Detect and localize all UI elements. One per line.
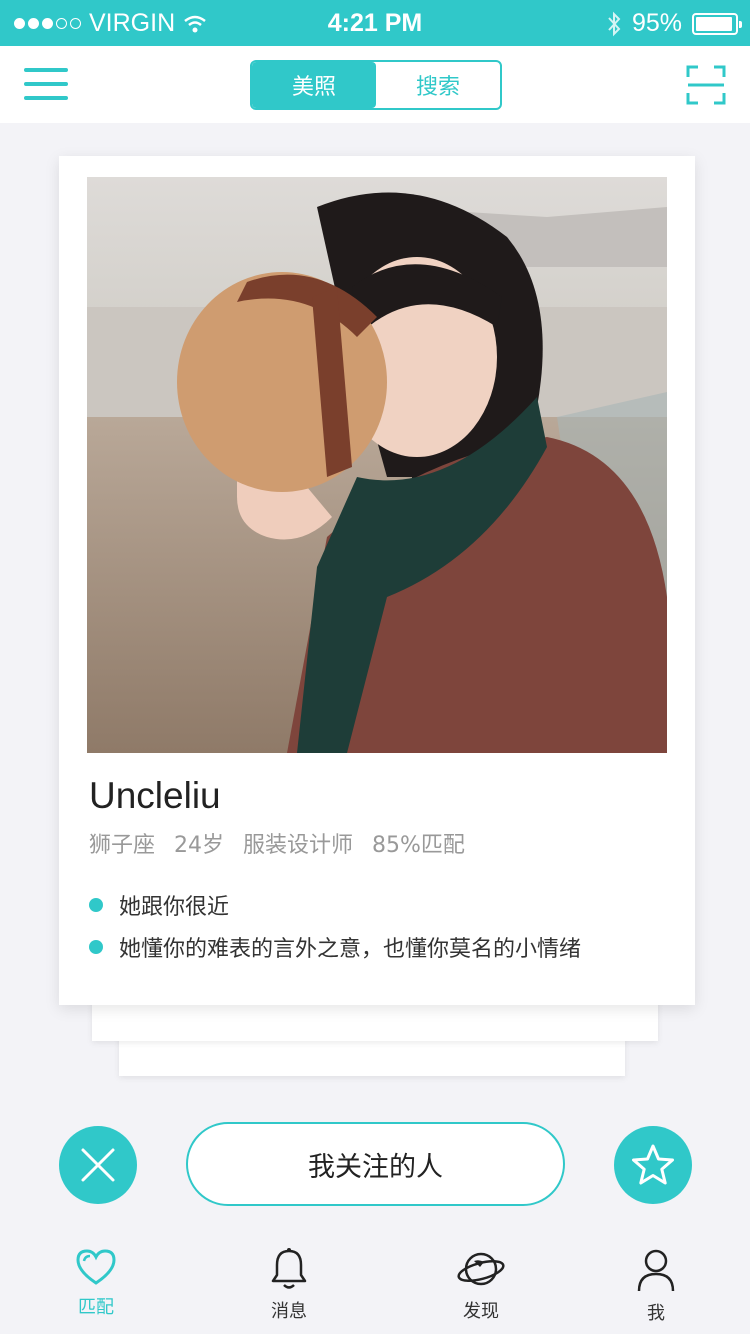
profile-match: 85%匹配 [372, 833, 465, 858]
following-button[interactable]: 我关注的人 [186, 1122, 565, 1206]
tab-me[interactable]: 我 [606, 1247, 706, 1325]
scan-icon [686, 65, 726, 105]
highlight-text: 她懂你的难表的言外之意，也懂你莫名的小情绪 [119, 937, 582, 962]
status-right: 95% [606, 9, 742, 38]
profile-age: 24岁 [174, 833, 225, 858]
tab-label: 发现 [463, 1301, 499, 1322]
bottom-tab-bar: 匹配 消息 发现 我 [0, 1237, 750, 1334]
bluetooth-icon [608, 11, 621, 36]
close-icon [81, 1148, 115, 1182]
tab-label: 匹配 [78, 1297, 114, 1318]
top-nav-bar: 美照 搜索 [0, 46, 750, 123]
battery-percent: 95% [631, 9, 682, 37]
favorite-button[interactable] [614, 1126, 692, 1204]
segmented-control: 美照 搜索 [250, 60, 502, 110]
segment-search[interactable]: 搜索 [376, 62, 500, 108]
dislike-button[interactable] [59, 1126, 137, 1204]
user-icon [637, 1249, 675, 1292]
segment-photos[interactable]: 美照 [252, 62, 376, 108]
highlight-item: 她跟你很近 [89, 884, 581, 926]
tab-match[interactable]: 匹配 [46, 1247, 146, 1319]
bullet-dot-icon [89, 940, 103, 954]
tab-label: 消息 [271, 1301, 307, 1322]
profile-photo[interactable] [87, 177, 667, 753]
profile-meta: 狮子座 24岁 服装设计师 85%匹配 [89, 827, 477, 859]
profile-zodiac: 狮子座 [89, 833, 156, 858]
scan-button[interactable] [686, 65, 726, 105]
menu-button[interactable] [24, 68, 68, 102]
battery-level [696, 16, 733, 31]
tab-label: 我 [647, 1303, 665, 1324]
profile-name: Uncleliu [89, 775, 221, 816]
highlight-text: 她跟你很近 [119, 895, 230, 920]
hamburger-icon [24, 68, 68, 72]
battery-icon [692, 12, 742, 35]
profile-job: 服装设计师 [243, 833, 354, 858]
profile-highlights: 她跟你很近 她懂你的难表的言外之意，也懂你莫名的小情绪 [89, 884, 581, 968]
profile-card[interactable]: Uncleliu 狮子座 24岁 服装设计师 85%匹配 她跟你很近 她懂你的难… [59, 156, 695, 1005]
status-bar: VIRGIN 4:21 PM 95% [0, 0, 750, 46]
bullet-dot-icon [89, 898, 103, 912]
planet-icon [457, 1252, 505, 1286]
tab-discover[interactable]: 发现 [431, 1247, 531, 1323]
bell-icon [271, 1248, 307, 1289]
highlight-item: 她懂你的难表的言外之意，也懂你莫名的小情绪 [89, 926, 581, 968]
heart-icon [76, 1249, 116, 1285]
star-icon [632, 1144, 674, 1185]
tab-messages[interactable]: 消息 [239, 1247, 339, 1323]
